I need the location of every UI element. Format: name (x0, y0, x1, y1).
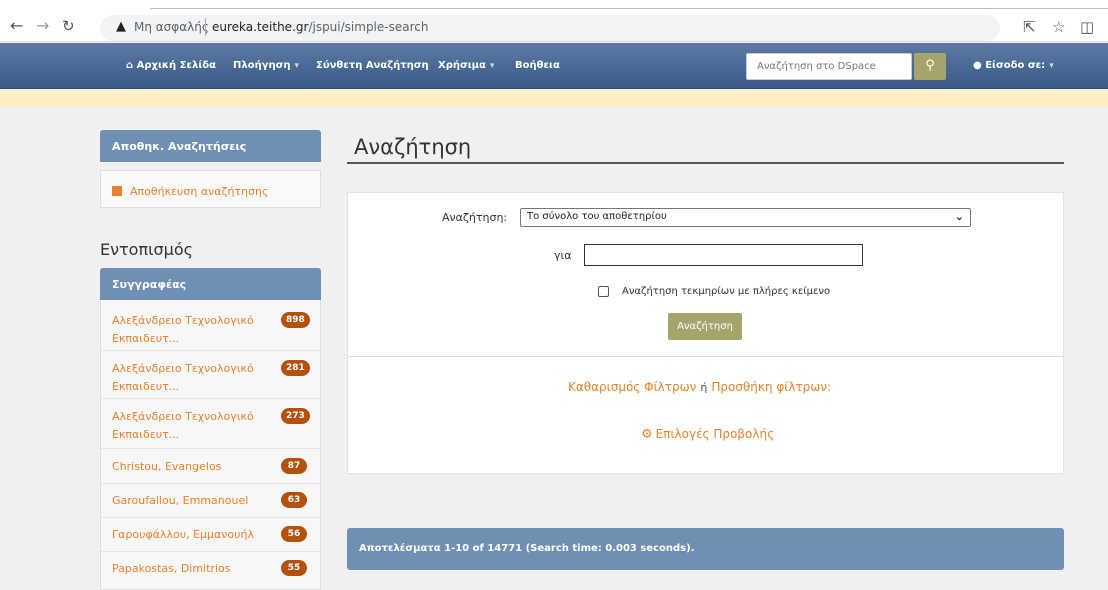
nav-home[interactable]: ⌂ Αρχική Σελίδα (126, 60, 216, 71)
author-count-badge: 281 (281, 360, 310, 376)
nav-help[interactable]: Βοήθεια (515, 60, 560, 71)
author-count-badge: 56 (281, 526, 307, 542)
scope-select[interactable]: Το σύνολο του αποθετηρίου ⌄ (520, 208, 971, 227)
tab-strip-line (150, 8, 1108, 9)
save-search-label: Αποθήκευση αναζήτησης (130, 185, 269, 198)
facet-divider (101, 483, 320, 484)
url-separator (205, 18, 206, 36)
back-icon[interactable]: ← (10, 16, 23, 36)
author-facet-item[interactable]: Papakostas, Dimitrios (112, 560, 282, 578)
query-input[interactable] (584, 244, 863, 266)
page-title: Αναζήτηση (354, 135, 472, 159)
author-count-badge: 273 (281, 408, 310, 424)
view-options-label: Επιλογές Προβολής (655, 427, 775, 441)
url-text[interactable]: eureka.teithe.gr/jspui/simple-search (212, 20, 428, 34)
saved-searches-header: Αποθηκ. Αναζητήσεις (100, 130, 321, 162)
query-label: για (554, 249, 572, 262)
nav-tools-label: Χρήσιμα (438, 60, 486, 71)
reload-icon[interactable]: ↻ (62, 16, 75, 36)
author-facet-header: Συγγραφέας (100, 268, 321, 300)
scope-label: Αναζήτηση: (442, 211, 508, 224)
nav-login[interactable]: ● Είσοδο σε: ▾ (973, 60, 1054, 71)
nav-login-label: Είσοδο σε: (985, 60, 1046, 71)
filters-line: Καθαρισμός Φίλτρων ή Προσθήκη φίλτρων: (568, 380, 831, 394)
share-icon[interactable]: ⇱ (1023, 18, 1036, 36)
author-count-badge: 55 (281, 560, 307, 576)
site-search-button[interactable]: ⚲ (914, 53, 946, 80)
author-count-badge: 898 (281, 312, 310, 328)
nav-tools[interactable]: Χρήσιμα ▾ (438, 60, 494, 71)
author-facet-item[interactable]: Αλεξάνδρειο Τεχνολογικό Εκπαιδευτ... (112, 312, 282, 348)
facet-divider (101, 448, 320, 449)
view-options-link[interactable]: ⚙ Επιλογές Προβολής (641, 427, 774, 442)
save-search-link[interactable]: Αποθήκευση αναζήτησης (112, 185, 268, 198)
results-summary: Αποτελέσματα 1-10 of 14771 (Search time:… (347, 528, 1064, 570)
url-host: eureka.teithe.gr (212, 20, 309, 34)
side-panel-icon[interactable]: ◫ (1080, 18, 1094, 36)
author-count-badge: 87 (281, 458, 307, 474)
facet-divider (101, 517, 320, 518)
locate-heading: Εντοπισμός (100, 240, 194, 259)
facet-divider (101, 350, 320, 351)
nav-browse[interactable]: Πλοήγηση ▾ (233, 60, 299, 71)
facet-divider (101, 551, 320, 552)
chevron-down-icon: ⌄ (954, 210, 964, 223)
browser-chrome: ← → ↻ ▲ Μη ασφαλής eureka.teithe.gr/jspu… (0, 0, 1108, 42)
caret-down-icon: ▾ (1049, 61, 1054, 71)
nav-home-label: Αρχική Σελίδα (136, 60, 216, 71)
facet-divider (101, 398, 320, 399)
save-disk-icon (112, 186, 122, 196)
clear-filters-link[interactable]: Καθαρισμός Φίλτρων (568, 380, 696, 394)
home-icon: ⌂ (126, 60, 134, 71)
fulltext-label: Αναζήτηση τεκμηρίων με πλήρες κείμενο (622, 286, 831, 297)
author-facet-item[interactable]: Γαρουφάλλου, Εμμανουήλ (112, 526, 282, 544)
user-icon: ● (973, 60, 982, 71)
search-submit-button[interactable]: Αναζήτηση (668, 313, 742, 340)
notice-strip (0, 90, 1108, 107)
site-search-input[interactable]: Αναζήτηση στο DSpace (746, 53, 912, 80)
gear-icon: ⚙ (641, 427, 653, 442)
caret-down-icon: ▾ (489, 61, 495, 71)
card-divider (348, 356, 1063, 357)
warning-icon[interactable]: ▲ (116, 19, 126, 34)
add-filters-link[interactable]: Προσθήκη φίλτρων: (711, 380, 831, 394)
search-icon: ⚲ (925, 58, 935, 73)
nav-browse-label: Πλοήγηση (233, 60, 291, 71)
author-facet-item[interactable]: Garoufallou, Emmanouel (112, 492, 282, 510)
author-count-badge: 63 (281, 492, 307, 508)
insecure-label[interactable]: Μη ασφαλής (134, 20, 209, 34)
forward-icon[interactable]: → (36, 16, 49, 36)
fulltext-checkbox[interactable] (598, 286, 609, 297)
or-text: ή (700, 381, 708, 394)
author-facet-item[interactable]: Christou, Evangelos (112, 458, 282, 476)
nav-advanced-search[interactable]: Σύνθετη Αναζήτηση (316, 60, 429, 71)
author-facet-item[interactable]: Αλεξάνδρειο Τεχνολογικό Εκπαιδευτ... (112, 408, 282, 444)
title-rule (347, 162, 1064, 164)
author-facet-item[interactable]: Αλεξάνδρειο Τεχνολογικό Εκπαιδευτ... (112, 360, 282, 396)
bookmark-star-icon[interactable]: ☆ (1052, 18, 1065, 36)
url-path: /jspui/simple-search (308, 20, 429, 34)
scope-selected-value: Το σύνολο του αποθετηρίου (527, 211, 667, 222)
caret-down-icon: ▾ (294, 61, 300, 71)
